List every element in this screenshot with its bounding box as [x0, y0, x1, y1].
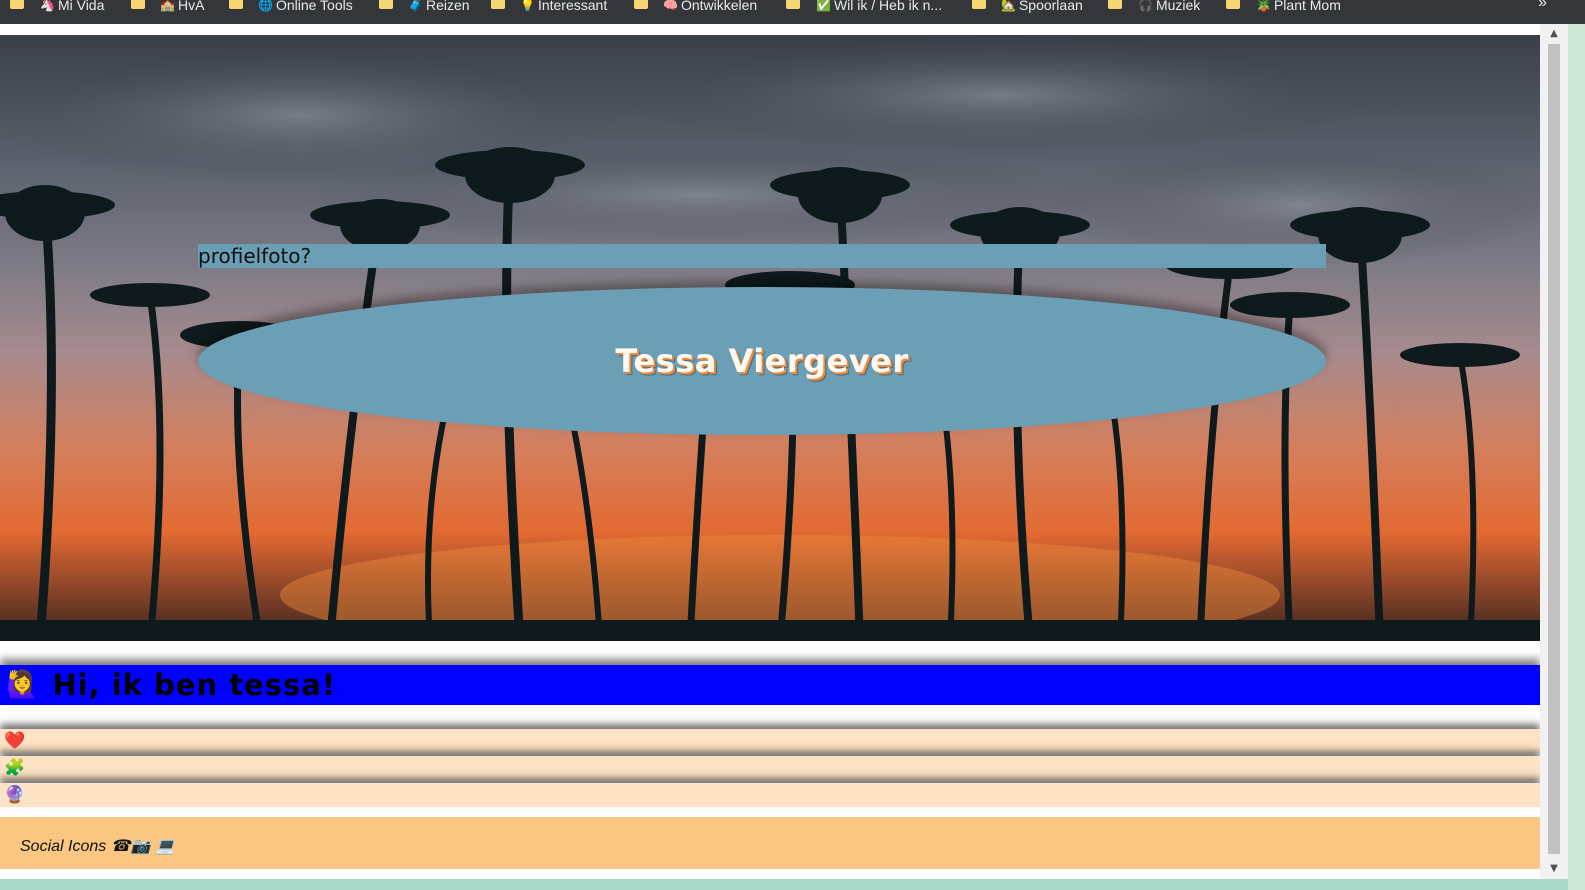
name-banner: Tessa Viergever — [198, 287, 1326, 435]
bookmark-icon: 💡 — [520, 0, 535, 12]
bookmark-label: Muziek — [1155, 0, 1201, 13]
bookmark-label: Ontwikkelen — [680, 0, 758, 13]
bookmark-label: Plant Mom — [1273, 0, 1341, 13]
bookmarks-bar: 🦄 Mi Vida 🏫 HvA 🌐 Online Tools 🧳 Reizen 💡 Int… — [0, 0, 1585, 24]
folder-icon — [379, 0, 393, 9]
scroll-up-arrow-icon[interactable]: ▲ — [1540, 24, 1568, 44]
bookmark-wil-ik[interactable]: ✅ Wil ik / Heb ik n... — [816, 0, 942, 15]
bookmark-hva[interactable]: 🏫 HvA — [160, 0, 204, 15]
profile-photo-placeholder: profielfoto? — [198, 244, 1326, 268]
bookmark-icon: ✅ — [816, 0, 831, 12]
bookmark-label: Interessant — [537, 0, 608, 13]
vertical-scrollbar[interactable]: ▲ ▼ — [1540, 24, 1568, 879]
bookmark-icon: 🏡 — [1001, 0, 1016, 12]
raising-hand-icon: 🙋‍♀️ — [6, 670, 39, 700]
row-crystal-ball: 🔮 — [0, 783, 1540, 807]
bookmark-icon: 🪴 — [1256, 0, 1271, 12]
bookmark-interessant[interactable]: 💡 Interessant — [520, 0, 607, 15]
folder-icon — [634, 0, 648, 9]
folder-icon — [1108, 0, 1122, 9]
bookmark-label: HvA — [177, 0, 205, 13]
bookmark-icon: 🌐 — [258, 0, 273, 12]
intro-heading-bar: 🙋‍♀️ Hi, ik ben tessa! — [0, 665, 1540, 705]
window-edge — [1568, 24, 1585, 890]
bookmark-reizen[interactable]: 🧳 Reizen — [408, 0, 470, 15]
folder-icon — [10, 0, 24, 9]
site-owner-name: Tessa Viergever — [615, 342, 909, 380]
puzzle-icon: 🧩 — [4, 758, 26, 778]
bookmark-icon: 🧠 — [663, 0, 678, 12]
web-page: profielfoto? Tessa Viergever 🙋‍♀️ Hi, ik… — [0, 24, 1540, 890]
bookmark-label: Online Tools — [275, 0, 353, 13]
hero-banner: profielfoto? Tessa Viergever — [0, 35, 1540, 641]
bookmark-plant-mom[interactable]: 🪴 Plant Mom — [1256, 0, 1341, 15]
bookmark-label: Wil ik / Heb ik n... — [833, 0, 943, 13]
bookmark-icon: 🧳 — [408, 0, 423, 12]
folder-icon — [1226, 0, 1240, 9]
bookmark-online-tools[interactable]: 🌐 Online Tools — [258, 0, 353, 15]
bookmark-label: Reizen — [425, 0, 470, 13]
row-heart: ❤️ — [0, 729, 1540, 753]
bookmark-mi-vida[interactable]: 🦄 Mi Vida — [40, 0, 104, 15]
folder-icon — [131, 0, 145, 9]
bookmark-icon: 🦄 — [40, 0, 55, 12]
footer: Social Icons ☎📷 💻 — [0, 817, 1540, 869]
bookmark-ontwikkelen[interactable]: 🧠 Ontwikkelen — [663, 0, 757, 15]
folder-icon — [491, 0, 505, 9]
bookmark-spoorlaan[interactable]: 🏡 Spoorlaan — [1001, 0, 1083, 15]
bookmark-label: Mi Vida — [57, 0, 105, 13]
window-bottom-edge — [0, 879, 1568, 890]
social-icons-text: Social Icons ☎📷 💻 — [20, 838, 175, 855]
crystal-ball-icon: 🔮 — [4, 785, 26, 805]
bookmarks-overflow-chevron[interactable]: » — [1538, 0, 1547, 12]
bookmark-muziek[interactable]: 🎧 Muziek — [1138, 0, 1200, 15]
folder-icon — [972, 0, 986, 9]
scroll-down-arrow-icon[interactable]: ▼ — [1540, 859, 1568, 879]
row-puzzle: 🧩 — [0, 756, 1540, 780]
folder-icon — [786, 0, 800, 9]
heart-icon: ❤️ — [4, 731, 26, 751]
folder-icon — [229, 0, 243, 9]
bookmark-icon: 🏫 — [160, 0, 175, 12]
bookmark-icon: 🎧 — [1138, 0, 1153, 12]
content-rows: ❤️ 🧩 🔮 — [0, 729, 1540, 810]
scrollbar-thumb[interactable] — [1548, 44, 1560, 854]
intro-title: Hi, ik ben tessa! — [52, 668, 337, 702]
bookmark-label: Spoorlaan — [1018, 0, 1083, 13]
